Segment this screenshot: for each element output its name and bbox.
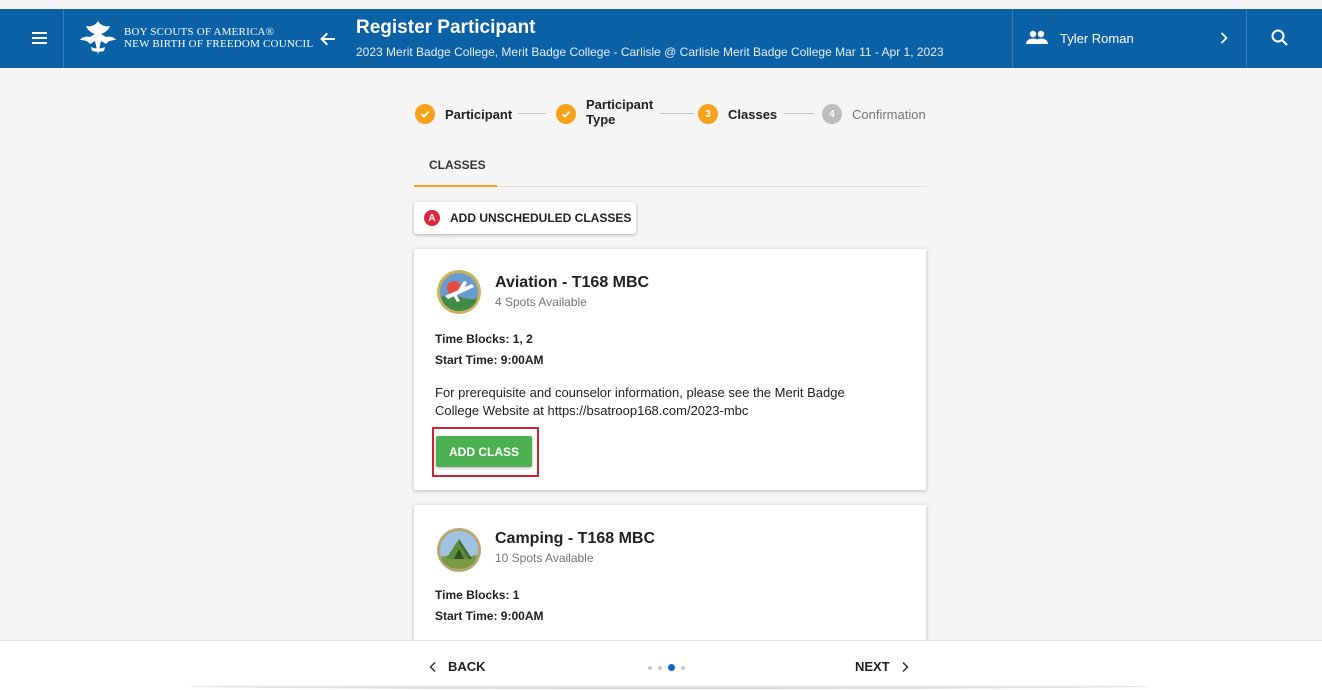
add-unscheduled-label: ADD UNSCHEDULED CLASSES <box>450 211 632 225</box>
page-dot <box>648 665 652 670</box>
tab-classes[interactable]: CLASSES <box>429 158 486 172</box>
class-start-time: Start Time: 9:00AM <box>435 353 544 367</box>
page-dots <box>648 664 691 671</box>
step-number: 3 <box>698 104 718 124</box>
topbar-divider <box>1012 9 1013 68</box>
step-number: 4 <box>822 104 842 124</box>
unscheduled-badge: A <box>424 210 440 226</box>
step-label: Classes <box>728 106 778 122</box>
step-label-line1: Participant <box>586 97 654 112</box>
step-participant[interactable]: Participant <box>415 104 512 124</box>
class-description-line1: For prerequisite and counselor informati… <box>435 385 845 400</box>
step-label-line2: Type <box>586 112 616 127</box>
page-dot-active <box>668 664 675 671</box>
tab-active-indicator <box>414 185 497 187</box>
step-label: Confirmation <box>852 106 926 122</box>
class-time-blocks: Time Blocks: 1 <box>435 588 520 602</box>
bottom-shadow <box>190 684 1150 689</box>
search-icon[interactable] <box>1268 26 1292 50</box>
org-name-line2: NEW BIRTH OF FREEDOM COUNCIL <box>124 38 314 50</box>
class-description: For prerequisite and counselor informati… <box>435 384 905 420</box>
next-button[interactable]: NEXT <box>855 659 910 674</box>
step-confirmation[interactable]: 4 Confirmation <box>822 104 926 124</box>
step-connector <box>660 113 694 114</box>
camping-merit-badge-icon <box>436 527 482 573</box>
page-dot <box>681 665 685 670</box>
step-connector <box>784 113 814 114</box>
step-label: Participant Type <box>586 97 653 127</box>
class-spots-available: 4 Spots Available <box>495 295 587 309</box>
class-spots-available: 10 Spots Available <box>495 551 594 565</box>
org-name: BOY SCOUTS OF AMERICA® NEW BIRTH OF FREE… <box>124 26 313 50</box>
class-title: Aviation - T168 MBC <box>495 274 650 291</box>
step-classes[interactable]: 3 Classes <box>698 104 777 124</box>
topbar-divider <box>63 9 64 68</box>
top-app-bar: BOY SCOUTS OF AMERICA® NEW BIRTH OF FREE… <box>0 9 1322 68</box>
event-subtitle: 2023 Merit Badge College, Merit Badge Co… <box>356 45 944 59</box>
class-start-time: Start Time: 9:00AM <box>435 609 544 623</box>
check-icon <box>415 104 435 124</box>
step-participant-type[interactable]: Participant Type <box>556 97 653 127</box>
bsa-emblem-icon <box>76 17 120 59</box>
arrow-left-icon[interactable] <box>315 26 341 52</box>
class-title: Camping - T168 MBC <box>495 530 656 547</box>
chevron-right-icon[interactable] <box>1214 28 1234 48</box>
aviation-merit-badge-icon <box>436 269 482 315</box>
page-dot <box>658 665 662 670</box>
add-class-button[interactable]: ADD CLASS <box>436 436 532 467</box>
hamburger-menu-icon[interactable] <box>30 26 52 50</box>
add-unscheduled-classes-button[interactable]: A ADD UNSCHEDULED CLASSES <box>414 202 636 234</box>
page-title: Register Participant <box>356 17 536 38</box>
org-name-line1: BOY SCOUTS OF AMERICA® <box>124 26 275 38</box>
people-icon[interactable] <box>1024 26 1050 50</box>
user-name[interactable]: Tyler Roman <box>1060 31 1134 46</box>
check-icon <box>556 104 576 124</box>
back-button[interactable]: BACK <box>428 659 486 674</box>
class-card: Camping - T168 MBC 10 Spots Available Ti… <box>414 505 926 645</box>
back-label: BACK <box>448 659 486 674</box>
chevron-right-icon <box>900 661 910 673</box>
class-description-line2: College Website at https://bsatroop168.c… <box>435 403 749 418</box>
topbar-divider <box>1246 9 1247 68</box>
step-label: Participant <box>445 106 513 122</box>
next-label: NEXT <box>855 659 890 674</box>
chevron-left-icon <box>428 661 438 673</box>
step-connector <box>518 113 546 114</box>
class-time-blocks: Time Blocks: 1, 2 <box>435 332 533 346</box>
